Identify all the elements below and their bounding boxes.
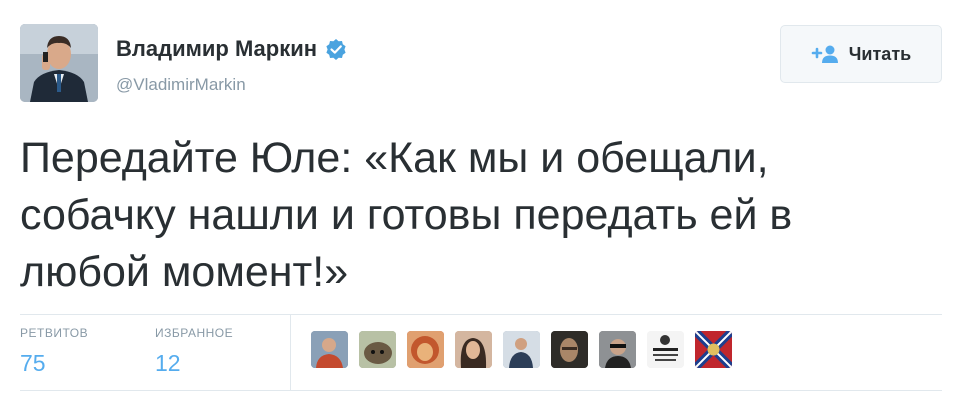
- retweet-count[interactable]: 75: [20, 350, 88, 377]
- favorite-label: ИЗБРАННОЕ: [155, 326, 234, 340]
- favoriter-avatar[interactable]: [551, 331, 588, 368]
- favoriter-avatar[interactable]: [695, 331, 732, 368]
- user-avatar[interactable]: [20, 24, 98, 102]
- favoriter-avatar[interactable]: [311, 331, 348, 368]
- favorite-count-stat[interactable]: ИЗБРАННОЕ 12: [155, 326, 233, 377]
- add-user-icon: [811, 44, 839, 64]
- tweet-line: любой момент!»: [20, 248, 349, 296]
- favoriter-avatar[interactable]: [359, 331, 396, 368]
- follow-button[interactable]: Читать: [780, 25, 942, 83]
- user-handle[interactable]: @VladimirMarkin: [116, 75, 246, 95]
- favoriter-avatar[interactable]: [647, 331, 684, 368]
- stats-divider-bottom: [20, 390, 942, 391]
- stats-separator: [290, 314, 291, 390]
- favoriter-avatar[interactable]: [503, 331, 540, 368]
- favorite-count[interactable]: 12: [155, 350, 233, 377]
- favoriter-avatar[interactable]: [599, 331, 636, 368]
- favoriter-avatar[interactable]: [455, 331, 492, 368]
- favoriter-avatar[interactable]: [407, 331, 444, 368]
- stats-divider-top: [20, 314, 942, 315]
- follow-button-label: Читать: [848, 43, 912, 64]
- tweet-line: Передайте Юле: «Как мы и обещали,: [20, 134, 769, 182]
- verified-badge-icon: [325, 38, 347, 60]
- tweet-text: Передайте Юле: «Как мы и обещали, собачк…: [20, 130, 920, 301]
- retweet-count-stat[interactable]: РЕТВИТОВ 75: [20, 326, 88, 377]
- display-name[interactable]: Владимир Маркин: [116, 36, 347, 62]
- display-name-text[interactable]: Владимир Маркин: [116, 36, 317, 62]
- retweet-label: РЕТВИТОВ: [20, 326, 89, 340]
- tweet-line: собачку нашли и готовы передать ей в: [20, 191, 793, 239]
- favoriters-list: [311, 331, 743, 368]
